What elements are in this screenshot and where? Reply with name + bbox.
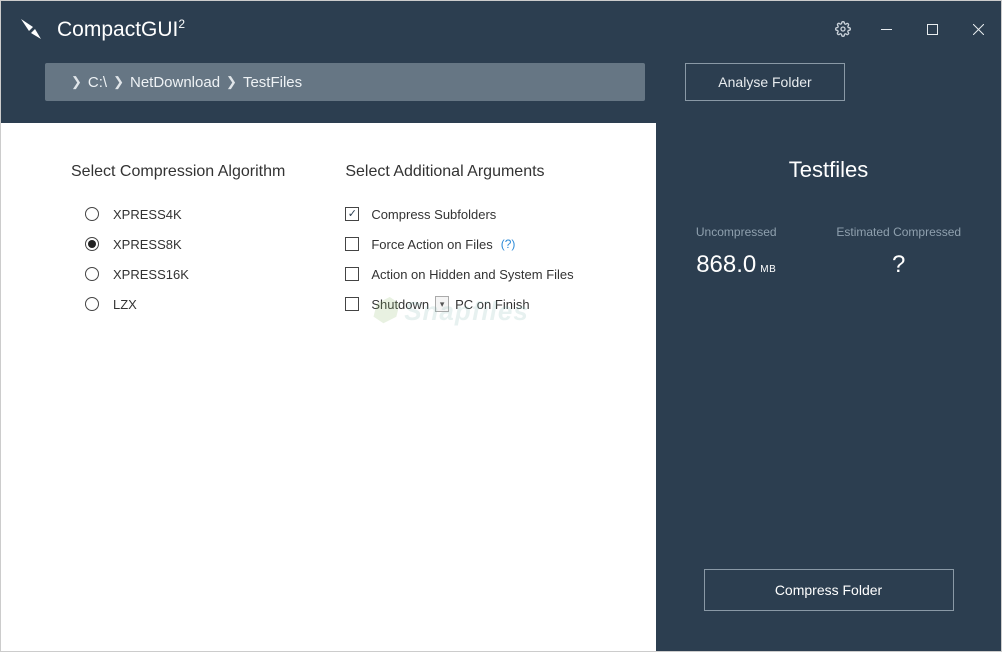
algo-label: XPRESS4K [113, 207, 182, 222]
shutdown-mode-dropdown[interactable]: ▾ [435, 296, 449, 312]
radio-icon [85, 267, 99, 281]
stat-uncompressed: Uncompressed 868.0MB [696, 225, 777, 279]
pathbar: ❯ C:\ ❯ NetDownload ❯ TestFiles Analyse … [1, 57, 1001, 123]
app-logo-icon [19, 17, 43, 41]
app-title: CompactGUI2 [57, 17, 185, 42]
close-button[interactable] [955, 1, 1001, 57]
algo-xpress8k[interactable]: XPRESS8K [85, 229, 285, 259]
arg-hidden-system[interactable]: Action on Hidden and System Files [345, 259, 573, 289]
checkbox-icon [345, 297, 359, 311]
analyse-folder-button[interactable]: Analyse Folder [685, 63, 845, 101]
maximize-button[interactable] [909, 1, 955, 57]
arg-compress-subfolders[interactable]: Compress Subfolders [345, 199, 573, 229]
breadcrumb[interactable]: ❯ C:\ ❯ NetDownload ❯ TestFiles [45, 63, 645, 101]
arg-label: Action on Hidden and System Files [371, 267, 573, 282]
stats-row: Uncompressed 868.0MB Estimated Compresse… [656, 225, 1001, 279]
breadcrumb-segment: NetDownload [130, 74, 220, 91]
app-title-text: CompactGUI [57, 18, 178, 41]
stat-value: 868.0MB [696, 251, 776, 279]
checkbox-icon [345, 207, 359, 221]
app-window: CompactGUI2 ❯ C:\ ❯ NetDownload ❯ TestFi… [0, 0, 1002, 652]
algo-xpress4k[interactable]: XPRESS4K [85, 199, 285, 229]
help-link[interactable]: (?) [501, 237, 516, 251]
compress-folder-button[interactable]: Compress Folder [704, 569, 954, 611]
checkbox-icon [345, 267, 359, 281]
radio-icon [85, 297, 99, 311]
radio-icon [85, 237, 99, 251]
stat-value: ? [892, 251, 905, 279]
arg-force-action[interactable]: Force Action on Files (?) [345, 229, 573, 259]
algorithm-heading: Select Compression Algorithm [71, 163, 285, 181]
breadcrumb-segment: TestFiles [243, 74, 302, 91]
summary-pane: Testfiles Uncompressed 868.0MB Estimated… [656, 123, 1001, 651]
chevron-right-icon: ❯ [71, 74, 82, 90]
algo-label: XPRESS8K [113, 237, 182, 252]
titlebar: CompactGUI2 [1, 1, 1001, 57]
chevron-right-icon: ❯ [226, 74, 237, 90]
checkbox-icon [345, 237, 359, 251]
algorithm-column: Select Compression Algorithm XPRESS4K XP… [71, 163, 285, 651]
arg-label-suffix: PC on Finish [455, 297, 529, 312]
app-title-sup: 2 [178, 17, 185, 31]
arg-shutdown[interactable]: Shutdown ▾ PC on Finish [345, 289, 573, 319]
algo-lzx[interactable]: LZX [85, 289, 285, 319]
chevron-right-icon: ❯ [113, 74, 124, 90]
algo-xpress16k[interactable]: XPRESS16K [85, 259, 285, 289]
minimize-button[interactable] [863, 1, 909, 57]
breadcrumb-segment: C:\ [88, 74, 107, 91]
stat-unit: MB [760, 264, 776, 275]
options-pane: Select Compression Algorithm XPRESS4K XP… [1, 123, 656, 651]
radio-icon [85, 207, 99, 221]
arg-label: Shutdown [371, 297, 429, 312]
settings-button[interactable] [823, 1, 863, 57]
stat-label: Uncompressed [696, 225, 777, 239]
arguments-column: Select Additional Arguments Compress Sub… [345, 163, 573, 651]
body: Select Compression Algorithm XPRESS4K XP… [1, 123, 1001, 651]
stat-estimated: Estimated Compressed ? [836, 225, 961, 279]
algo-label: XPRESS16K [113, 267, 189, 282]
analyse-folder-label: Analyse Folder [718, 74, 811, 90]
stat-label: Estimated Compressed [836, 225, 961, 239]
compress-folder-label: Compress Folder [775, 582, 882, 598]
arg-label: Compress Subfolders [371, 207, 496, 222]
algo-label: LZX [113, 297, 137, 312]
arg-label: Force Action on Files [371, 237, 492, 252]
summary-title: Testfiles [789, 157, 868, 183]
arguments-heading: Select Additional Arguments [345, 163, 573, 181]
